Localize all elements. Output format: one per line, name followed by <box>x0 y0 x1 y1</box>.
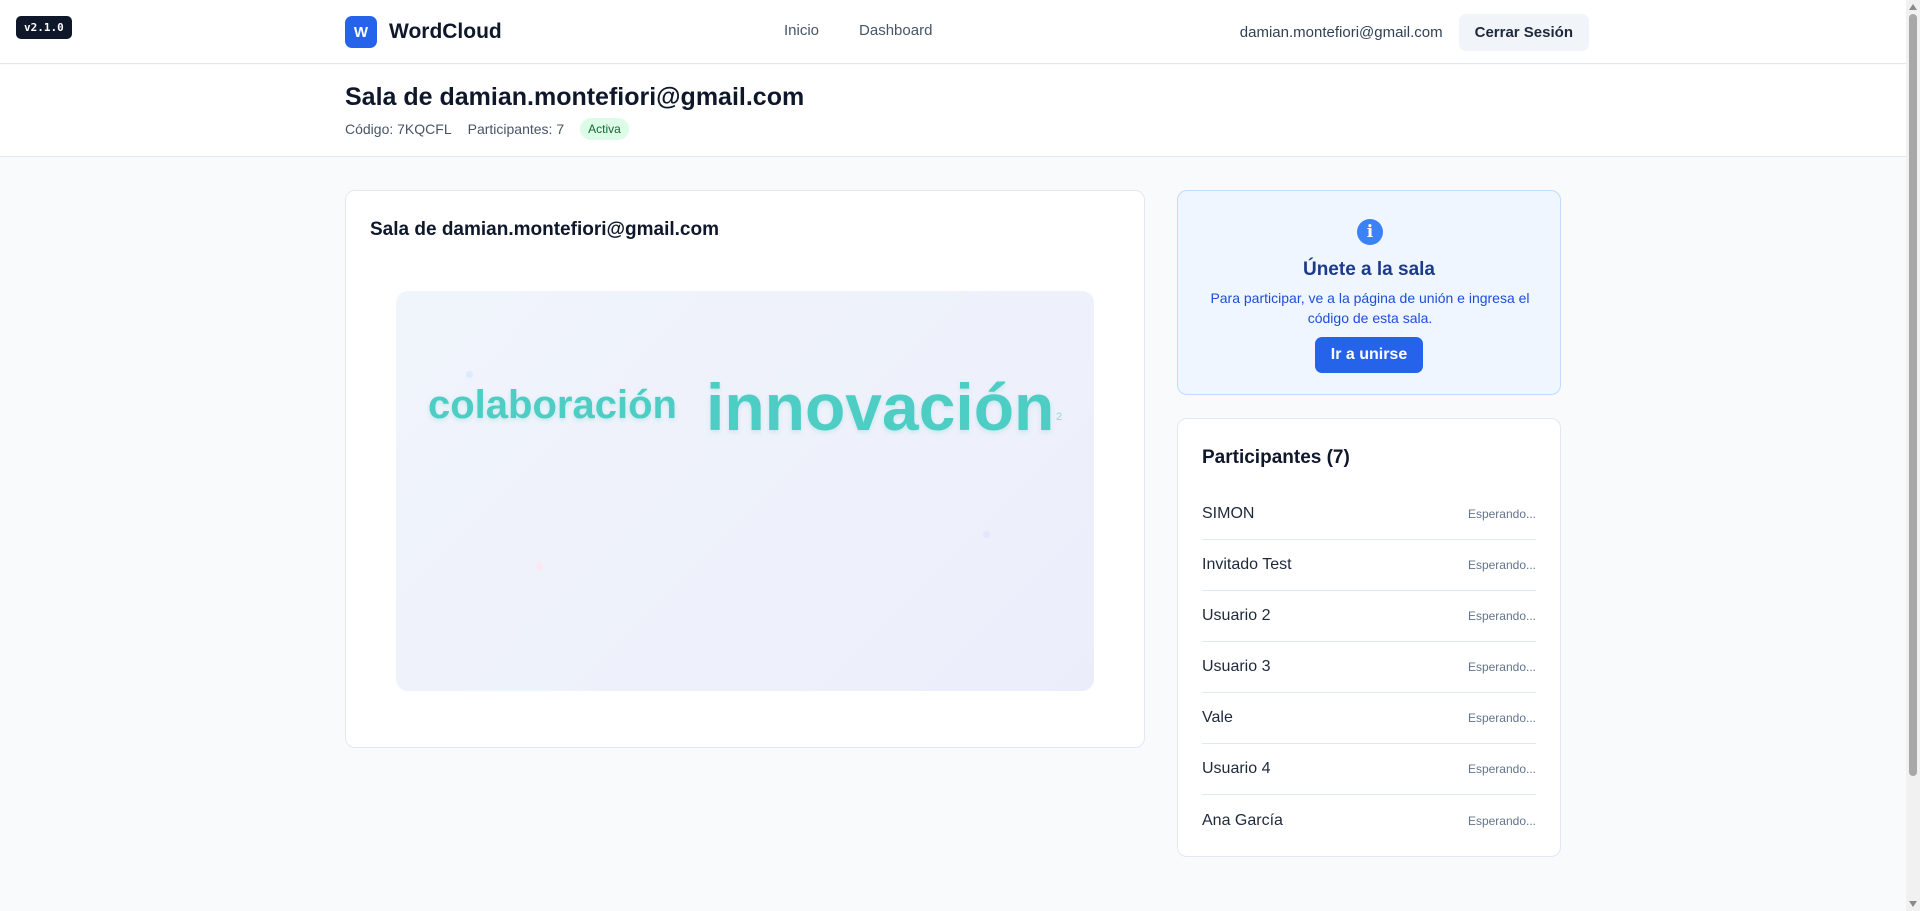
decorative-dot <box>466 371 473 378</box>
brand-logo: W <box>345 16 377 48</box>
participant-status: Esperando... <box>1467 558 1536 572</box>
user-area: damian.montefiori@gmail.com Cerrar Sesió… <box>1240 14 1589 51</box>
participant-name: Ana García <box>1202 811 1283 829</box>
status-badge: Activa <box>580 118 629 140</box>
decorative-dot <box>983 531 990 538</box>
list-item: Invitado Test Esperando... <box>1202 540 1536 591</box>
list-item: Usuario 4 Esperando... <box>1202 744 1536 795</box>
participant-count: Participantes: 7 <box>467 121 565 137</box>
participant-name: Usuario 2 <box>1202 607 1271 624</box>
list-item: Vale Esperando... <box>1202 693 1536 744</box>
user-email: damian.montefiori@gmail.com <box>1239 24 1443 41</box>
top-navbar: W WordCloud Inicio Dashboard damian.mont… <box>0 0 1906 64</box>
join-title: Únete a la sala <box>1302 259 1436 280</box>
word-cloud-title: Sala de damian.montefiori@gmail.com <box>370 219 719 240</box>
participant-status: Esperando... <box>1467 711 1536 725</box>
nav-link-dashboard[interactable]: Dashboard <box>859 22 932 39</box>
main-nav: Inicio Dashboard <box>784 22 932 39</box>
word-cloud-canvas: colaboración innovación 2 <box>396 291 1094 691</box>
participant-status: Esperando... <box>1467 507 1536 521</box>
cloud-word: innovación <box>706 370 1055 444</box>
vertical-scrollbar[interactable] <box>1906 0 1920 911</box>
list-item: Usuario 3 Esperando... <box>1202 642 1536 693</box>
cloud-word: colaboración <box>428 383 677 427</box>
room-code: Código: 7KQCFL <box>345 121 452 137</box>
participant-name: SIMON <box>1202 505 1255 522</box>
logout-button[interactable]: Cerrar Sesión <box>1458 14 1589 51</box>
cloud-word: 2 <box>1056 411 1063 423</box>
list-item: Ana García Esperando... <box>1202 795 1536 846</box>
participant-status: Esperando... <box>1467 660 1536 674</box>
info-icon: i <box>1357 219 1383 245</box>
participant-name: Usuario 3 <box>1202 658 1271 675</box>
participant-status: Esperando... <box>1467 762 1536 776</box>
scrollbar-thumb[interactable] <box>1909 14 1917 776</box>
brand-name: WordCloud <box>389 20 502 43</box>
room-meta: Código: 7KQCFL Participantes: 7 Activa <box>345 118 629 140</box>
join-room-card: i Únete a la sala Para participar, ve a … <box>1177 190 1561 395</box>
page-title: Sala de damian.montefiori@gmail.com <box>345 83 805 111</box>
scroll-up-arrow-icon[interactable] <box>1909 4 1917 10</box>
list-item: Usuario 2 Esperando... <box>1202 591 1536 642</box>
decorative-dot <box>536 563 543 570</box>
participant-name: Usuario 4 <box>1202 760 1271 777</box>
list-item: SIMON Esperando... <box>1202 489 1536 540</box>
scroll-down-arrow-icon[interactable] <box>1909 901 1917 907</box>
room-header: Sala de damian.montefiori@gmail.com Códi… <box>0 65 1906 157</box>
word-cloud-card: Sala de damian.montefiori@gmail.com cola… <box>345 190 1145 748</box>
participants-card: Participantes (7) SIMON Esperando... Inv… <box>1177 418 1561 857</box>
join-room-button[interactable]: Ir a unirse <box>1315 337 1423 373</box>
participant-name: Invitado Test <box>1202 556 1292 573</box>
nav-link-inicio[interactable]: Inicio <box>784 22 819 39</box>
brand[interactable]: W WordCloud <box>345 16 502 48</box>
participants-title: Participantes (7) <box>1202 447 1350 468</box>
version-badge: v2.1.0 <box>16 16 72 39</box>
participant-status: Esperando... <box>1467 813 1536 828</box>
join-description: Para participar, ve a la página de unión… <box>1210 290 1530 326</box>
participant-name: Vale <box>1202 709 1233 726</box>
participant-status: Esperando... <box>1467 609 1536 623</box>
participant-list: SIMON Esperando... Invitado Test Esperan… <box>1202 489 1536 846</box>
